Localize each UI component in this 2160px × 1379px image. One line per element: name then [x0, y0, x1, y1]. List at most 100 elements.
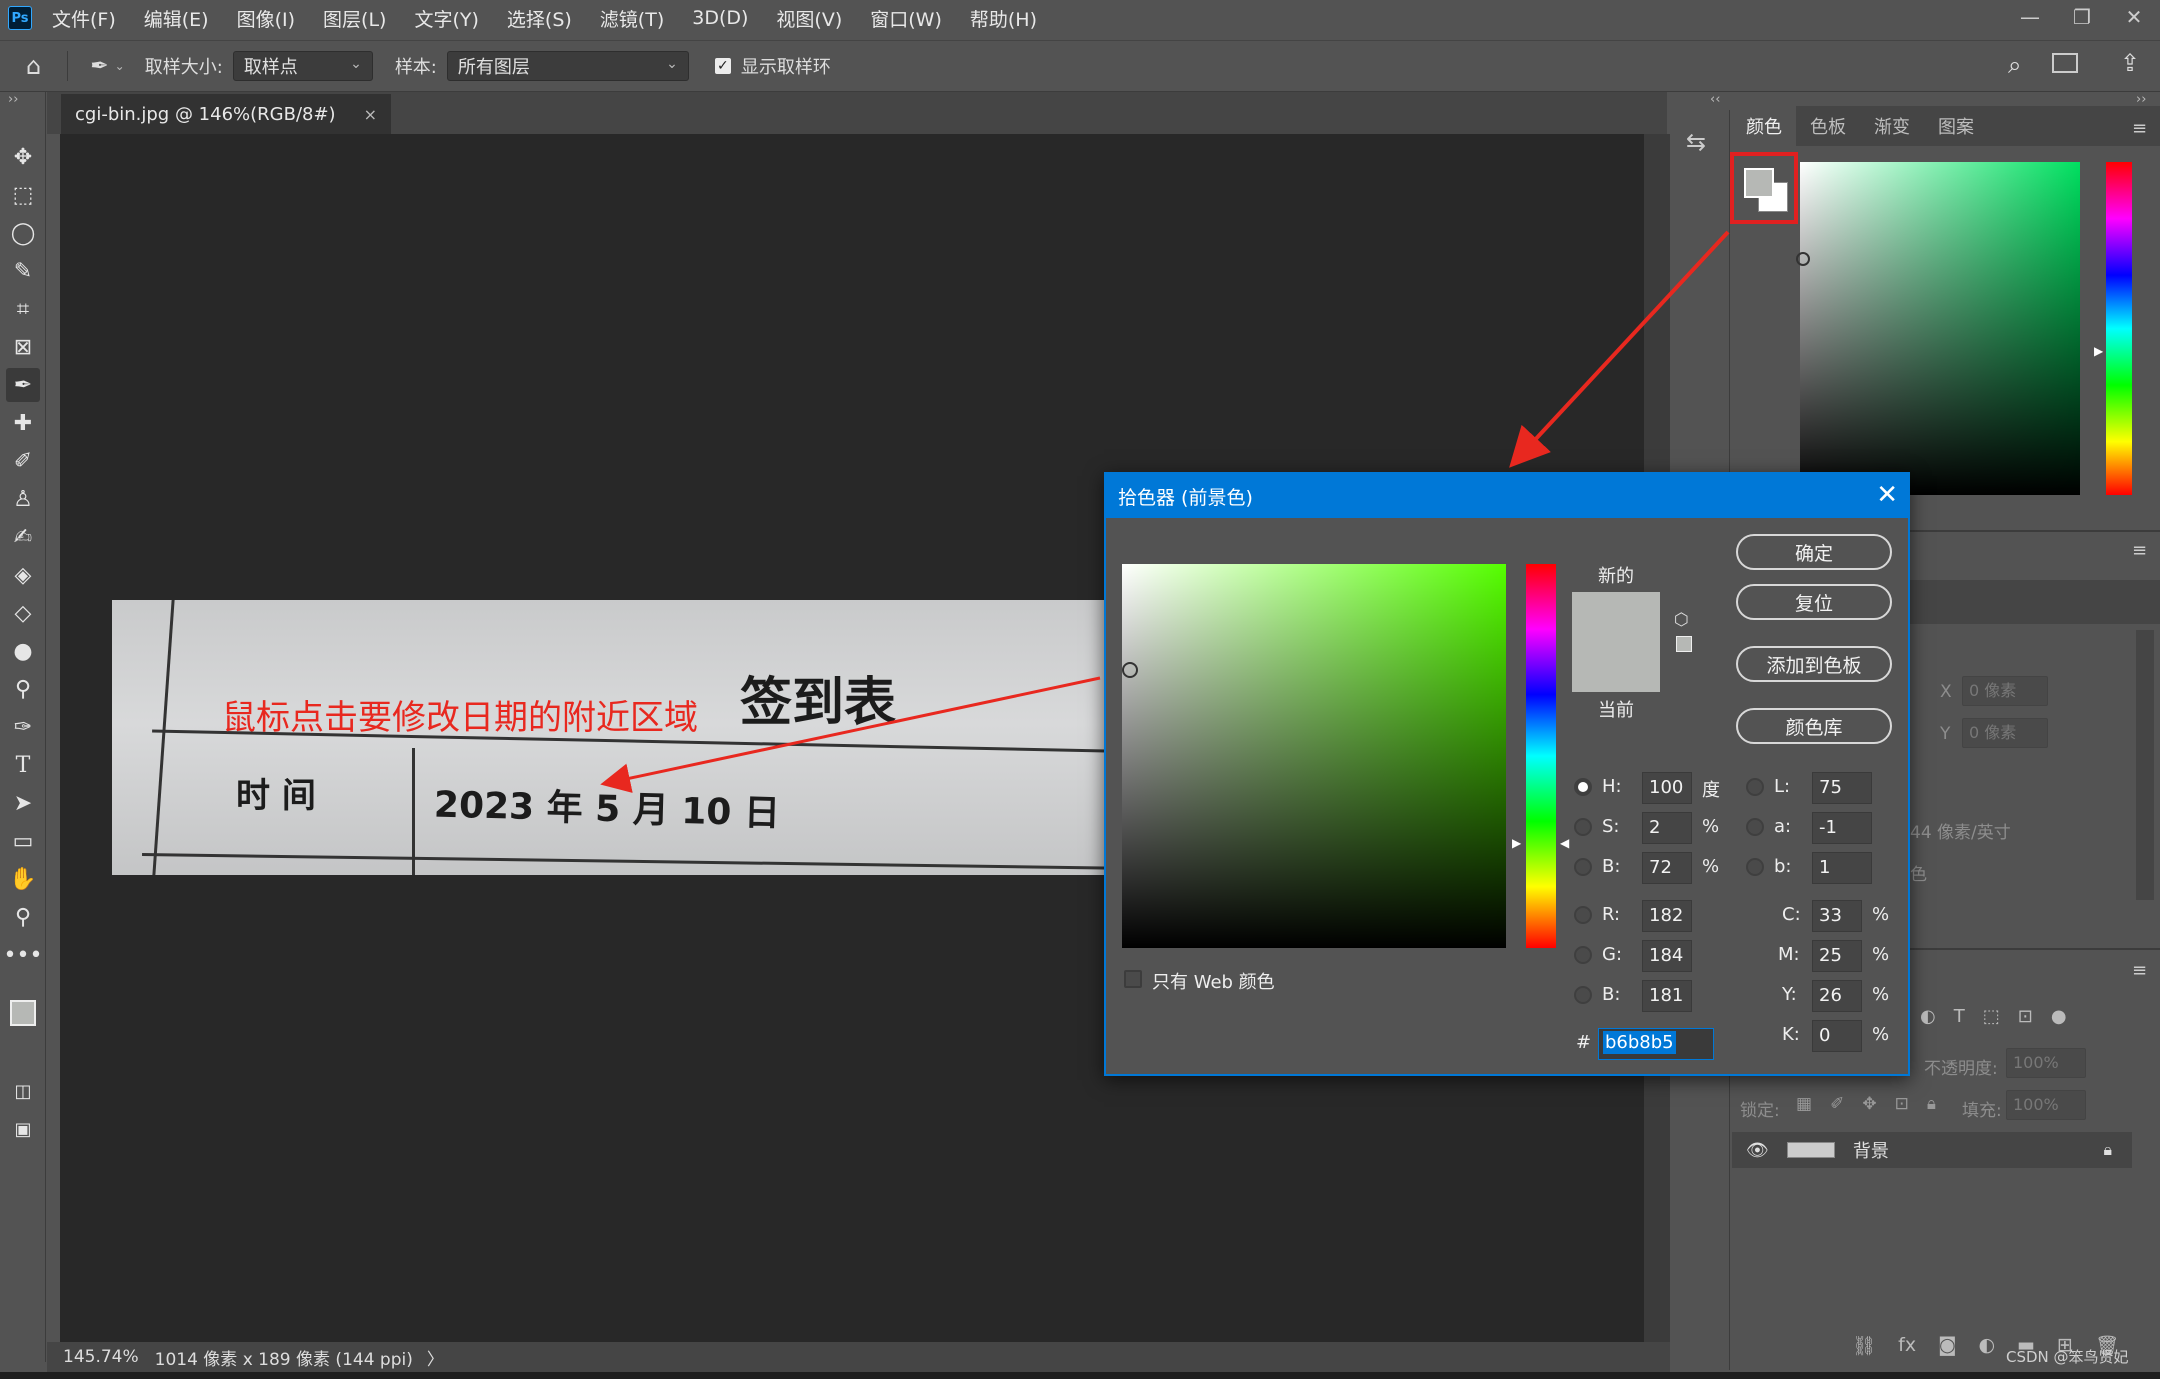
mask-icon[interactable]: ◙: [1938, 1334, 1956, 1357]
properties-scrollbar[interactable]: [2136, 630, 2154, 900]
close-icon[interactable]: ✕: [1876, 480, 1898, 510]
screen-mode-icon[interactable]: ▣: [6, 1112, 40, 1146]
lasso-tool-icon[interactable]: ◯: [6, 216, 40, 250]
tab-swatches[interactable]: 色板: [1796, 106, 1860, 146]
gamut-warning-icon[interactable]: ⬡: [1674, 610, 1689, 630]
radio-brightness[interactable]: [1574, 858, 1592, 876]
sample-select[interactable]: 所有图层 ⌄: [446, 51, 689, 81]
show-ring-checkbox[interactable]: ✓: [714, 58, 731, 74]
move-tool-icon[interactable]: ✥: [6, 140, 40, 174]
menu-image[interactable]: 图像(I): [237, 5, 295, 32]
menu-type[interactable]: 文字(Y): [414, 5, 478, 32]
radio-lab-a[interactable]: [1746, 818, 1764, 836]
web-colors-checkbox[interactable]: [1124, 970, 1142, 988]
dodge-tool-icon[interactable]: ⚲: [6, 672, 40, 706]
color-panel-hue-strip[interactable]: [2106, 162, 2132, 495]
radio-lab-b[interactable]: [1746, 858, 1764, 876]
brightness-input[interactable]: 72: [1642, 852, 1692, 884]
zoom-level[interactable]: 145.74%: [63, 1347, 139, 1367]
paint-bucket-tool-icon[interactable]: ◇: [6, 596, 40, 630]
fx-icon[interactable]: fx: [1898, 1334, 1916, 1357]
type-tool-icon[interactable]: T: [6, 748, 40, 782]
blur-tool-icon[interactable]: ●: [6, 634, 40, 668]
close-icon[interactable]: ✕: [2108, 0, 2160, 34]
menu-view[interactable]: 视图(V): [776, 5, 842, 32]
layer-row-background[interactable]: 👁︎ 背景 🔒︎: [1732, 1132, 2132, 1168]
blue-input[interactable]: 181: [1642, 980, 1692, 1012]
expand-panels-icon[interactable]: ››: [2136, 92, 2146, 107]
color-libraries-button[interactable]: 颜色库: [1736, 708, 1892, 744]
search-icon[interactable]: ⌕: [2008, 51, 2021, 79]
radio-red[interactable]: [1574, 906, 1592, 924]
menu-layer[interactable]: 图层(L): [323, 5, 386, 32]
eyedropper-tool-icon[interactable]: ✒: [6, 368, 40, 402]
tab-gradients[interactable]: 渐变: [1860, 106, 1924, 146]
collapse-icon[interactable]: ››: [8, 92, 18, 107]
radio-hue[interactable]: [1574, 778, 1592, 796]
radio-green[interactable]: [1574, 946, 1592, 964]
eyedropper-tool-preset-icon[interactable]: ✒: [90, 54, 108, 79]
lock-paint-icon[interactable]: ✐: [1830, 1094, 1844, 1114]
path-select-tool-icon[interactable]: ➤: [6, 786, 40, 820]
hand-tool-icon[interactable]: ✋: [6, 862, 40, 896]
shape-filter-icon[interactable]: ⬚: [1983, 1006, 2000, 1027]
panel-menu-icon[interactable]: ≡: [2132, 118, 2147, 139]
document-tab[interactable]: cgi-bin.jpg @ 146%(RGB/8#) ×: [61, 94, 391, 134]
panel-menu-icon[interactable]: ≡: [2132, 540, 2147, 561]
radio-saturation[interactable]: [1574, 818, 1592, 836]
menu-window[interactable]: 窗口(W): [870, 5, 942, 32]
menu-select[interactable]: 选择(S): [507, 5, 572, 32]
pen-tool-icon[interactable]: ✑: [6, 710, 40, 744]
lab-l-input[interactable]: 75: [1812, 772, 1872, 804]
web-safe-swatch[interactable]: [1676, 636, 1692, 652]
rectangle-tool-icon[interactable]: ▭: [6, 824, 40, 858]
lock-all-icon[interactable]: 🔒︎: [1927, 1094, 1936, 1114]
hex-input[interactable]: b6b8b5: [1598, 1028, 1714, 1060]
filter-toggle-icon[interactable]: ●: [2051, 1006, 2067, 1027]
menu-edit[interactable]: 编辑(E): [144, 5, 209, 32]
lab-a-input[interactable]: -1: [1812, 812, 1872, 844]
lock-artboard-icon[interactable]: ⊡: [1895, 1094, 1909, 1114]
stamp-tool-icon[interactable]: ♙: [6, 482, 40, 516]
magenta-input[interactable]: 25: [1812, 940, 1862, 972]
quick-select-tool-icon[interactable]: ✎: [6, 254, 40, 288]
panel-menu-icon[interactable]: ≡: [2132, 960, 2147, 981]
ok-button[interactable]: 确定: [1736, 534, 1892, 570]
history-panel-icon[interactable]: ⇆: [1686, 128, 1706, 156]
cyan-input[interactable]: 33: [1812, 900, 1862, 932]
reset-button[interactable]: 复位: [1736, 584, 1892, 620]
type-filter-icon[interactable]: T: [1954, 1006, 1965, 1027]
zoom-tool-icon[interactable]: ⚲: [6, 900, 40, 934]
new-adjustment-icon[interactable]: ◐: [1979, 1334, 1996, 1357]
marquee-tool-icon[interactable]: ⬚: [6, 178, 40, 212]
frame-tool-icon[interactable]: ⊠: [6, 330, 40, 364]
home-icon[interactable]: ⌂: [26, 52, 41, 80]
black-input[interactable]: 0: [1812, 1020, 1862, 1052]
adjustment-filter-icon[interactable]: ◐: [1920, 1006, 1936, 1027]
chevron-down-icon[interactable]: ⌄: [115, 59, 125, 73]
more-tools-icon[interactable]: •••: [4, 938, 43, 972]
restore-icon[interactable]: ❐: [2056, 0, 2108, 34]
link-layers-icon[interactable]: ⛓: [1852, 1334, 1876, 1357]
tab-patterns[interactable]: 图案: [1924, 106, 1988, 146]
eye-icon[interactable]: 👁︎: [1746, 1140, 1769, 1161]
foreground-color-swatch[interactable]: [10, 1000, 36, 1026]
fill-input[interactable]: 100%: [2006, 1090, 2086, 1120]
workspace-icon[interactable]: [2052, 53, 2078, 73]
lock-position-icon[interactable]: ✥: [1862, 1094, 1876, 1114]
x-input[interactable]: 0 像素: [1962, 676, 2048, 706]
healing-brush-tool-icon[interactable]: ✚: [6, 406, 40, 440]
eraser-tool-icon[interactable]: ◈: [6, 558, 40, 592]
yellow-input[interactable]: 26: [1812, 980, 1862, 1012]
minimize-icon[interactable]: —: [2004, 0, 2056, 34]
color-panel-field[interactable]: [1800, 162, 2080, 495]
menu-filter[interactable]: 滤镜(T): [600, 5, 664, 32]
collapse-panels-icon[interactable]: ‹‹: [1710, 92, 1720, 107]
hue-slider[interactable]: [1526, 564, 1556, 948]
y-input[interactable]: 0 像素: [1962, 718, 2048, 748]
smart-object-filter-icon[interactable]: ⊡: [2018, 1006, 2033, 1027]
tab-color[interactable]: 颜色: [1732, 106, 1796, 146]
color-field[interactable]: [1122, 564, 1506, 948]
history-brush-tool-icon[interactable]: ✍: [6, 520, 40, 554]
opacity-input[interactable]: 100%: [2006, 1048, 2086, 1078]
